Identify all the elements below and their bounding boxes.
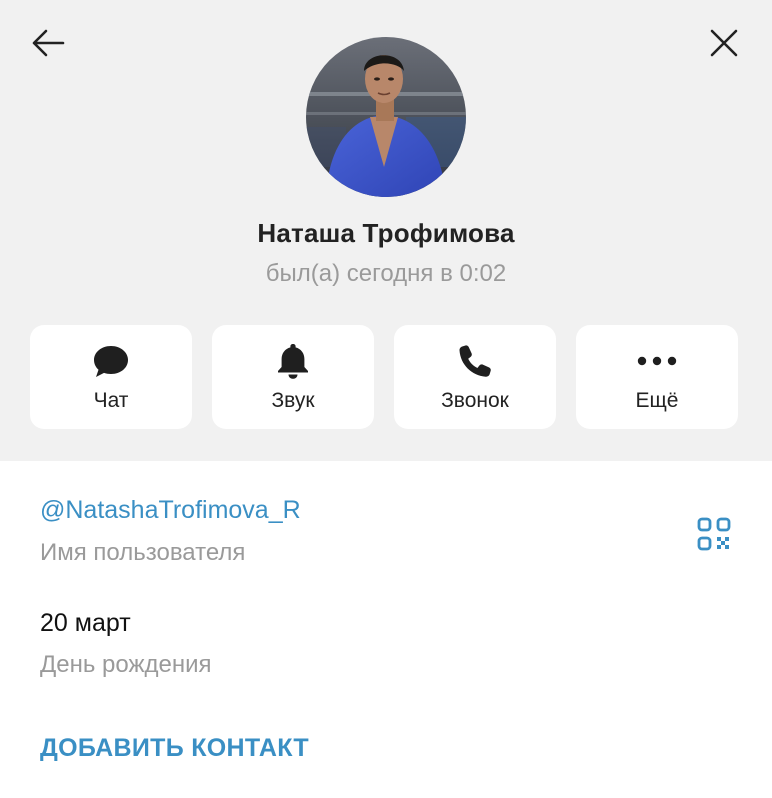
sound-button[interactable]: Звук <box>212 325 374 429</box>
more-label: Ещё <box>635 389 679 412</box>
bell-icon <box>212 341 374 381</box>
avatar[interactable] <box>306 37 466 197</box>
username-link[interactable]: @NatashaTrofimova_R <box>40 496 301 525</box>
sound-label: Звук <box>271 389 315 412</box>
qr-code-button[interactable] <box>690 510 738 558</box>
arrow-left-icon <box>32 29 65 57</box>
add-contact-button[interactable]: ДОБАВИТЬ КОНТАКТ <box>40 734 309 763</box>
back-button[interactable] <box>24 19 72 67</box>
close-button[interactable] <box>700 19 748 67</box>
call-label: Звонок <box>441 389 509 412</box>
more-dots-icon <box>576 341 738 381</box>
call-button[interactable]: Звонок <box>394 325 556 429</box>
close-icon <box>710 29 738 57</box>
chat-label: Чат <box>93 389 129 412</box>
contact-name: Наташа Трофимова <box>257 218 515 248</box>
chat-button[interactable]: Чат <box>30 325 192 429</box>
phone-icon <box>394 341 556 381</box>
birthday-caption: День рождения <box>40 651 212 678</box>
qr-code-icon <box>697 517 731 551</box>
username-caption: Имя пользователя <box>40 539 246 566</box>
birthday-value: 20 март <box>40 609 131 637</box>
chat-bubble-icon <box>30 341 192 381</box>
more-button[interactable]: Ещё <box>576 325 738 429</box>
profile-photo <box>306 37 466 197</box>
action-bar: Чат Звук Звонок Ещё <box>30 325 738 429</box>
last-seen-status: был(а) сегодня в 0:02 <box>265 260 507 287</box>
